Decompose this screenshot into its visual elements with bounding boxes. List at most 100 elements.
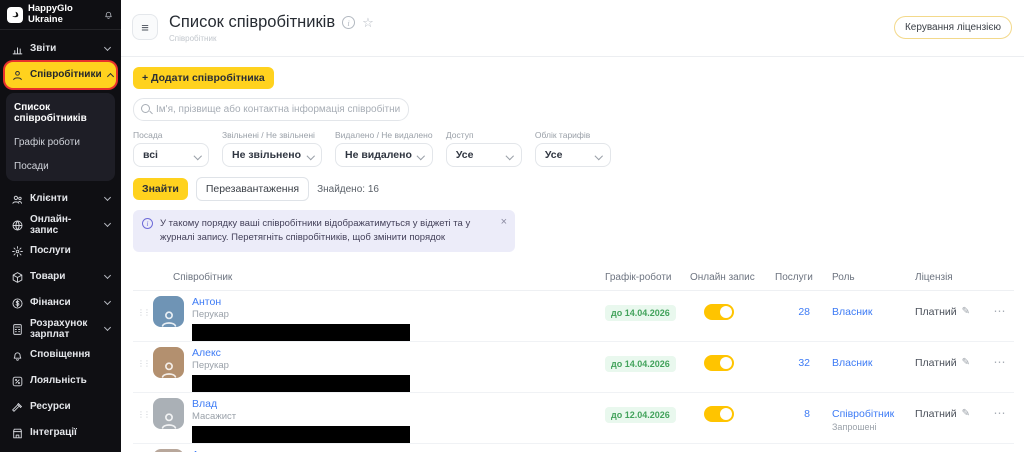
brand-logo-icon	[7, 7, 23, 23]
sidebar-subitem[interactable]: Список співробітників	[14, 102, 107, 124]
column-online-booking: Онлайн запис	[690, 272, 775, 283]
add-employee-button[interactable]: + Додати співробітника	[133, 67, 274, 89]
license-cell: Платний ✎	[910, 357, 985, 369]
license-cell: Платний ✎	[910, 408, 985, 420]
filter-value: Усе	[545, 149, 563, 161]
license-value: Платний	[915, 306, 957, 318]
filter-select[interactable]: Не звільнено	[222, 143, 322, 167]
search-input[interactable]	[133, 98, 409, 121]
schedule-cell: до 12.04.2026	[595, 405, 690, 423]
license-value: Платний	[915, 357, 957, 369]
sidebar-item[interactable]: Співробітники	[5, 62, 116, 88]
sidebar-item[interactable]: Онлайн-запис	[5, 212, 116, 238]
services-count-link[interactable]: 32	[775, 357, 820, 369]
sidebar-item-icon	[11, 323, 24, 336]
sidebar-item-label: Лояльність	[30, 375, 110, 387]
employee-position: Перукар	[192, 309, 410, 320]
role-cell: Власник	[820, 357, 910, 370]
reload-button[interactable]: Перезавантаження	[196, 177, 309, 201]
sidebar-item-label: Клієнти	[30, 193, 99, 205]
sidebar-submenu: Список співробітників Графік роботи Поса…	[6, 93, 115, 181]
search-icon	[141, 104, 150, 113]
sidebar-item-label: Онлайн-запис	[30, 214, 99, 237]
filter-select[interactable]: Усе	[446, 143, 522, 167]
sidebar-top-items: Звіти Співробітники	[5, 36, 116, 88]
filter-select[interactable]: всі	[133, 143, 209, 167]
sidebar-item[interactable]: Звіти	[5, 36, 116, 62]
role-link[interactable]: Власник	[832, 306, 910, 319]
column-role: Роль	[820, 272, 910, 283]
menu-toggle-button[interactable]: ≡	[132, 14, 158, 40]
column-services: Послуги	[775, 272, 820, 283]
brand-name: HappyGlo Ukraine	[28, 4, 98, 25]
banner-close-icon[interactable]: ×	[501, 216, 507, 228]
sidebar-item[interactable]: Товари	[5, 264, 116, 290]
sidebar-item[interactable]: Клієнти	[5, 186, 116, 212]
avatar-person-icon	[158, 359, 180, 378]
services-count-link[interactable]: 28	[775, 306, 820, 318]
sidebar-item[interactable]: Ресурси	[5, 394, 116, 420]
drag-handle-icon[interactable]: ⋮⋮	[133, 410, 153, 419]
app-window: HappyGlo Ukraine Звіти Співробітники	[0, 0, 1024, 452]
drag-handle-icon[interactable]: ⋮⋮	[133, 359, 153, 368]
license-value: Платний	[915, 408, 957, 420]
sidebar-subitem[interactable]: Посади	[14, 161, 107, 172]
edit-license-icon[interactable]: ✎	[962, 408, 970, 419]
employee-position: Перукар	[192, 360, 410, 371]
column-license: Ліцензія	[910, 272, 985, 283]
role-link[interactable]: Співробітник	[832, 408, 910, 421]
sidebar-item[interactable]: Лояльність	[5, 368, 116, 394]
sidebar-item-icon	[11, 245, 24, 258]
employee-position: Масажист	[192, 411, 410, 422]
avatar	[153, 398, 184, 429]
filter-select[interactable]: Усе	[535, 143, 611, 167]
employees-table: Співробітник Графік-роботи Онлайн запис …	[133, 265, 1014, 452]
banner-info-icon: i	[142, 218, 153, 229]
online-booking-cell	[690, 406, 775, 422]
drag-handle-icon[interactable]: ⋮⋮	[133, 308, 153, 317]
services-count-link[interactable]: 8	[775, 408, 820, 420]
chevron-icon	[107, 73, 114, 80]
row-more-menu-icon[interactable]: ⋯	[985, 355, 1014, 369]
role-cell: Власник	[820, 306, 910, 319]
filter-select[interactable]: Не видалено	[335, 143, 433, 167]
role-link[interactable]: Власник	[832, 357, 910, 370]
sidebar-item[interactable]: Сповіщення	[5, 342, 116, 368]
sidebar-item[interactable]: Розрахунок зарплат	[5, 316, 116, 342]
filter: Облік тарифів Усе	[535, 130, 611, 167]
employee-name-link[interactable]: Алекс	[192, 347, 410, 360]
filter-value: всі	[143, 149, 158, 161]
edit-license-icon[interactable]: ✎	[962, 357, 970, 368]
sidebar-item-label: Фінанси	[30, 297, 99, 309]
online-booking-cell	[690, 304, 775, 320]
online-booking-toggle[interactable]	[704, 406, 734, 422]
sidebar-item-label: Товари	[30, 271, 99, 283]
online-booking-toggle[interactable]	[704, 304, 734, 320]
employee-name-link[interactable]: Антон	[192, 296, 410, 309]
notifications-bell-icon[interactable]	[103, 9, 114, 20]
favorite-star-icon[interactable]: ☆	[362, 16, 374, 29]
redacted-contact-info	[192, 426, 410, 443]
chevron-icon	[104, 324, 111, 331]
row-more-menu-icon[interactable]: ⋯	[985, 304, 1014, 318]
sidebar-item[interactable]: Послуги	[5, 238, 116, 264]
sidebar-item[interactable]: Інтеграції	[5, 420, 116, 446]
schedule-badge: до 14.04.2026	[605, 305, 676, 321]
employee-name-link[interactable]: Анна	[192, 449, 243, 452]
sidebar-item-label: Звіти	[30, 43, 99, 55]
filter-value: Не звільнено	[232, 149, 301, 161]
manage-license-button[interactable]: Керування ліцензією	[894, 16, 1012, 39]
sidebar-item-icon	[11, 69, 24, 82]
find-button[interactable]: Знайти	[133, 178, 188, 200]
employee-cell: Антон Перукар	[153, 296, 595, 342]
redacted-contact-info	[192, 324, 410, 341]
sidebar-subitem[interactable]: Графік роботи	[14, 137, 107, 148]
info-icon[interactable]: i	[342, 16, 355, 29]
filter-label: Облік тарифів	[535, 130, 611, 140]
filter-label: Звільнені / Не звільнені	[222, 130, 322, 140]
online-booking-toggle[interactable]	[704, 355, 734, 371]
edit-license-icon[interactable]: ✎	[962, 306, 970, 317]
row-more-menu-icon[interactable]: ⋯	[985, 406, 1014, 420]
employee-name-link[interactable]: Влад	[192, 398, 410, 411]
sidebar-item[interactable]: Фінанси	[5, 290, 116, 316]
